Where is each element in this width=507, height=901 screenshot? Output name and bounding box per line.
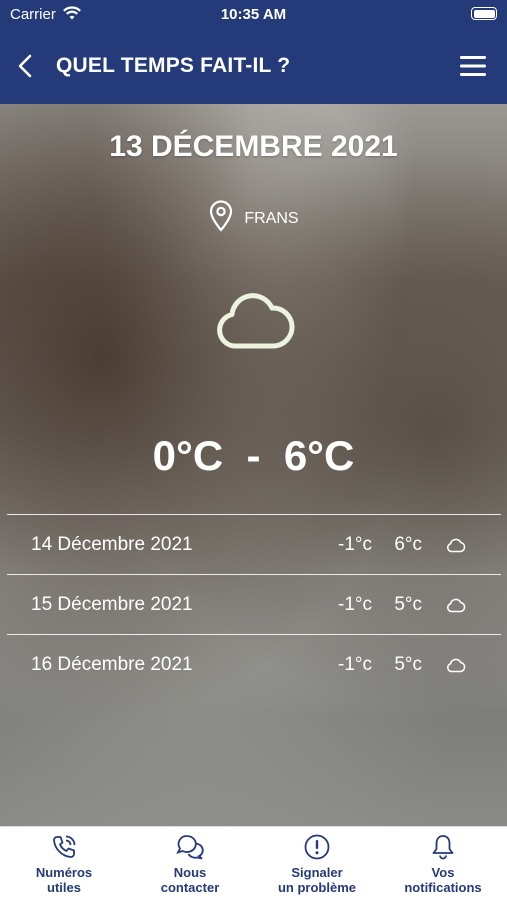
forecast-list: 14 Décembre 2021 -1°c 6°c 15 Décembre 20… <box>7 514 501 694</box>
alert-icon <box>254 833 380 861</box>
forecast-date: 14 Décembre 2021 <box>31 534 193 555</box>
tab-label: Nous contacter <box>160 865 220 895</box>
cloud-icon <box>212 290 296 357</box>
tab-label: Vos notifications <box>404 865 482 895</box>
current-date: 13 DÉCEMBRE 2021 <box>109 130 398 163</box>
forecast-row: 15 Décembre 2021 -1°c 5°c <box>7 574 501 634</box>
forecast-date: 16 Décembre 2021 <box>31 654 193 675</box>
location-name: FRANS <box>244 209 299 227</box>
status-bar: Carrier 10:35 AM <box>0 0 507 30</box>
temperature-range: 0°C - 6°C <box>152 432 355 479</box>
cloud-icon <box>445 657 467 679</box>
forecast-max: 5°c <box>394 594 422 615</box>
cloud-icon <box>445 537 467 559</box>
forecast-min: -1°c <box>338 594 372 615</box>
forecast-date: 15 Décembre 2021 <box>31 594 193 615</box>
battery-icon <box>471 7 497 20</box>
chat-icon <box>127 833 253 861</box>
hamburger-menu-icon[interactable] <box>459 52 487 80</box>
forecast-max: 5°c <box>394 654 422 675</box>
forecast-row: 16 Décembre 2021 -1°c 5°c <box>7 634 501 694</box>
cloud-icon <box>445 597 467 619</box>
forecast-row: 14 Décembre 2021 -1°c 6°c <box>7 514 501 574</box>
page-title: QUEL TEMPS FAIT-IL ? <box>56 54 291 77</box>
tab-bar: Numéros utiles Nous contacter Signaler un p… <box>0 826 507 901</box>
forecast-min: -1°c <box>338 534 372 555</box>
bell-icon <box>380 833 506 861</box>
tab-label: Numéros utiles <box>35 865 93 895</box>
tab-nous-contacter[interactable]: Nous contacter <box>127 833 253 895</box>
tab-label: Signaler un problème <box>277 865 356 895</box>
tab-signaler-probleme[interactable]: Signaler un problème <box>254 833 380 895</box>
forecast-max: 6°c <box>394 534 422 555</box>
nav-bar: QUEL TEMPS FAIT-IL ? <box>0 30 507 104</box>
forecast-min: -1°c <box>338 654 372 675</box>
clock: 10:35 AM <box>220 6 287 23</box>
phone-icon <box>1 833 127 861</box>
chevron-left-icon[interactable] <box>14 52 38 80</box>
location: FRANS <box>0 200 507 237</box>
weather-panel: 13 DÉCEMBRE 2021 FRANS 0°C - 6°C 14 Déce… <box>0 104 507 826</box>
tab-numeros-utiles[interactable]: Numéros utiles <box>1 833 127 895</box>
location-pin-icon <box>208 200 234 237</box>
tab-vos-notifications[interactable]: Vos notifications <box>380 833 506 895</box>
